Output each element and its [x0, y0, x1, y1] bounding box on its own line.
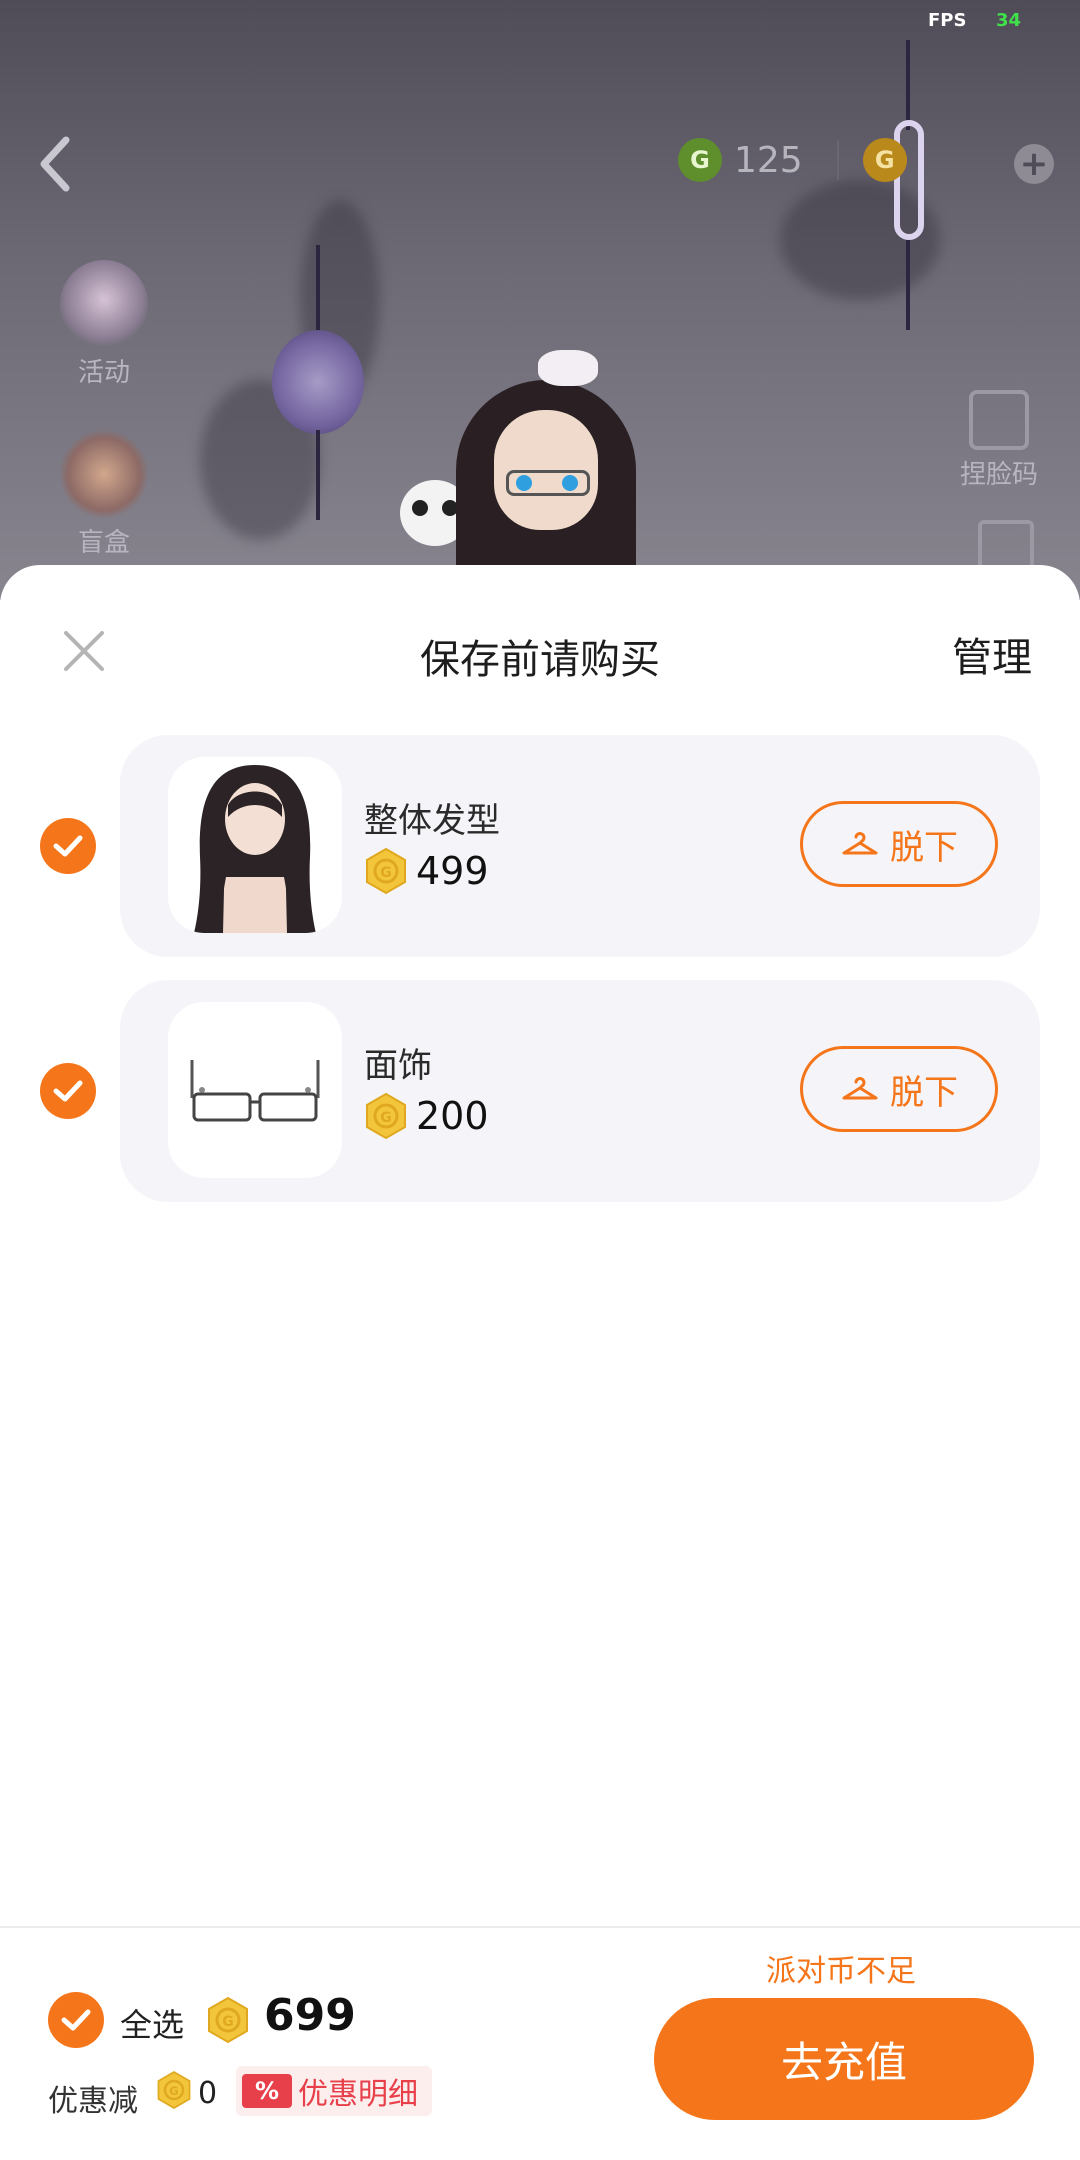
glasses-icon	[190, 1060, 320, 1122]
avatar-glasses	[506, 470, 590, 496]
currency-bar: G 125 G	[678, 138, 907, 182]
hair-thumbnail	[168, 757, 342, 933]
lantern-string	[316, 245, 320, 335]
select-all-checkbox[interactable]	[48, 1992, 104, 2048]
select-all-label[interactable]: 全选	[120, 2000, 184, 2046]
gold-coin-icon: G	[862, 138, 907, 182]
take-off-button[interactable]: 脱下	[800, 801, 998, 887]
svg-text:G: G	[222, 2014, 234, 2030]
item-name: 面饰	[364, 1046, 432, 1086]
take-off-label: 脱下	[890, 1072, 958, 1113]
fps-label: FPS	[928, 10, 967, 31]
game-scene: FPS 34 G 125 G + 活动 盲盒 捏脸码	[0, 0, 1080, 600]
take-off-label: 脱下	[890, 827, 958, 868]
party-coin-icon: G	[157, 2071, 191, 2109]
recharge-button[interactable]: 去充值	[654, 1998, 1034, 2120]
manage-button[interactable]: 管理	[952, 625, 1032, 683]
checkmark-icon	[53, 1080, 83, 1102]
checkmark-icon	[61, 2009, 91, 2031]
lantern-string	[906, 40, 910, 130]
item-price: 200	[416, 1094, 489, 1138]
face-code-label: 捏脸码	[960, 460, 1039, 490]
party-coin-icon: G	[208, 1996, 248, 2044]
checkmark-icon	[53, 835, 83, 857]
item-card[interactable]: 面饰 G 200 脱下	[120, 980, 1040, 1202]
item-price-group: G 200	[364, 1092, 489, 1140]
total-price: 699	[264, 1990, 356, 2041]
star-icon	[60, 260, 148, 348]
divider	[836, 140, 839, 180]
list-item: 面饰 G 200 脱下	[0, 980, 1080, 1202]
discount-tag-icon: %	[242, 2074, 292, 2108]
footer-divider	[0, 1926, 1080, 1928]
svg-text:G: G	[169, 2084, 178, 2098]
discount-label: 优惠减	[48, 2084, 138, 2119]
discount-detail-label: 优惠明细	[298, 2077, 418, 2112]
add-currency-icon[interactable]: +	[1014, 144, 1054, 184]
item-price: 499	[416, 849, 489, 893]
item-checkbox[interactable]	[40, 818, 96, 874]
back-arrow-icon[interactable]	[36, 134, 76, 194]
hanger-icon	[842, 832, 878, 855]
avatar-bow	[538, 350, 598, 386]
fps-value: 34	[996, 10, 1022, 31]
item-checkbox[interactable]	[40, 1063, 96, 1119]
discount-detail-button[interactable]: % 优惠明细	[236, 2066, 432, 2116]
purchase-sheet: 保存前请购买 管理 整体发型 G 499 脱下 面饰 G 200 脱下	[0, 565, 1080, 2160]
face-code-entry[interactable]: 捏脸码	[960, 390, 1038, 491]
gift-box-icon	[60, 430, 148, 518]
green-coin-value: 125	[734, 139, 803, 181]
blindbox-entry[interactable]: 盲盒	[60, 430, 148, 559]
activity-entry[interactable]: 活动	[60, 260, 148, 389]
item-card[interactable]: 整体发型 G 499 脱下	[120, 735, 1040, 957]
insufficient-coins-notice: 派对币不足	[766, 1954, 916, 1989]
hair-icon	[194, 765, 316, 933]
lantern-tail	[906, 240, 910, 330]
svg-text:G: G	[380, 1110, 392, 1126]
take-off-button[interactable]: 脱下	[800, 1046, 998, 1132]
glasses-thumbnail	[168, 1002, 342, 1178]
share-icon[interactable]	[978, 520, 1034, 570]
avatar-character[interactable]	[446, 350, 646, 600]
hanger-icon	[842, 1077, 878, 1100]
edit-icon	[969, 390, 1029, 450]
svg-text:G: G	[380, 865, 392, 881]
activity-label: 活动	[77, 358, 130, 388]
item-name: 整体发型	[364, 801, 500, 841]
lantern-tail	[316, 430, 320, 520]
party-coin-icon: G	[366, 847, 406, 895]
party-coin-icon: G	[366, 1092, 406, 1140]
discount-value: 0	[198, 2076, 218, 2111]
list-item: 整体发型 G 499 脱下	[0, 735, 1080, 957]
item-price-group: G 499	[364, 847, 489, 895]
sheet-title: 保存前请购买	[420, 637, 660, 683]
blindbox-label: 盲盒	[77, 528, 130, 558]
lantern-left	[272, 330, 364, 434]
green-coin-icon: G	[678, 138, 722, 182]
